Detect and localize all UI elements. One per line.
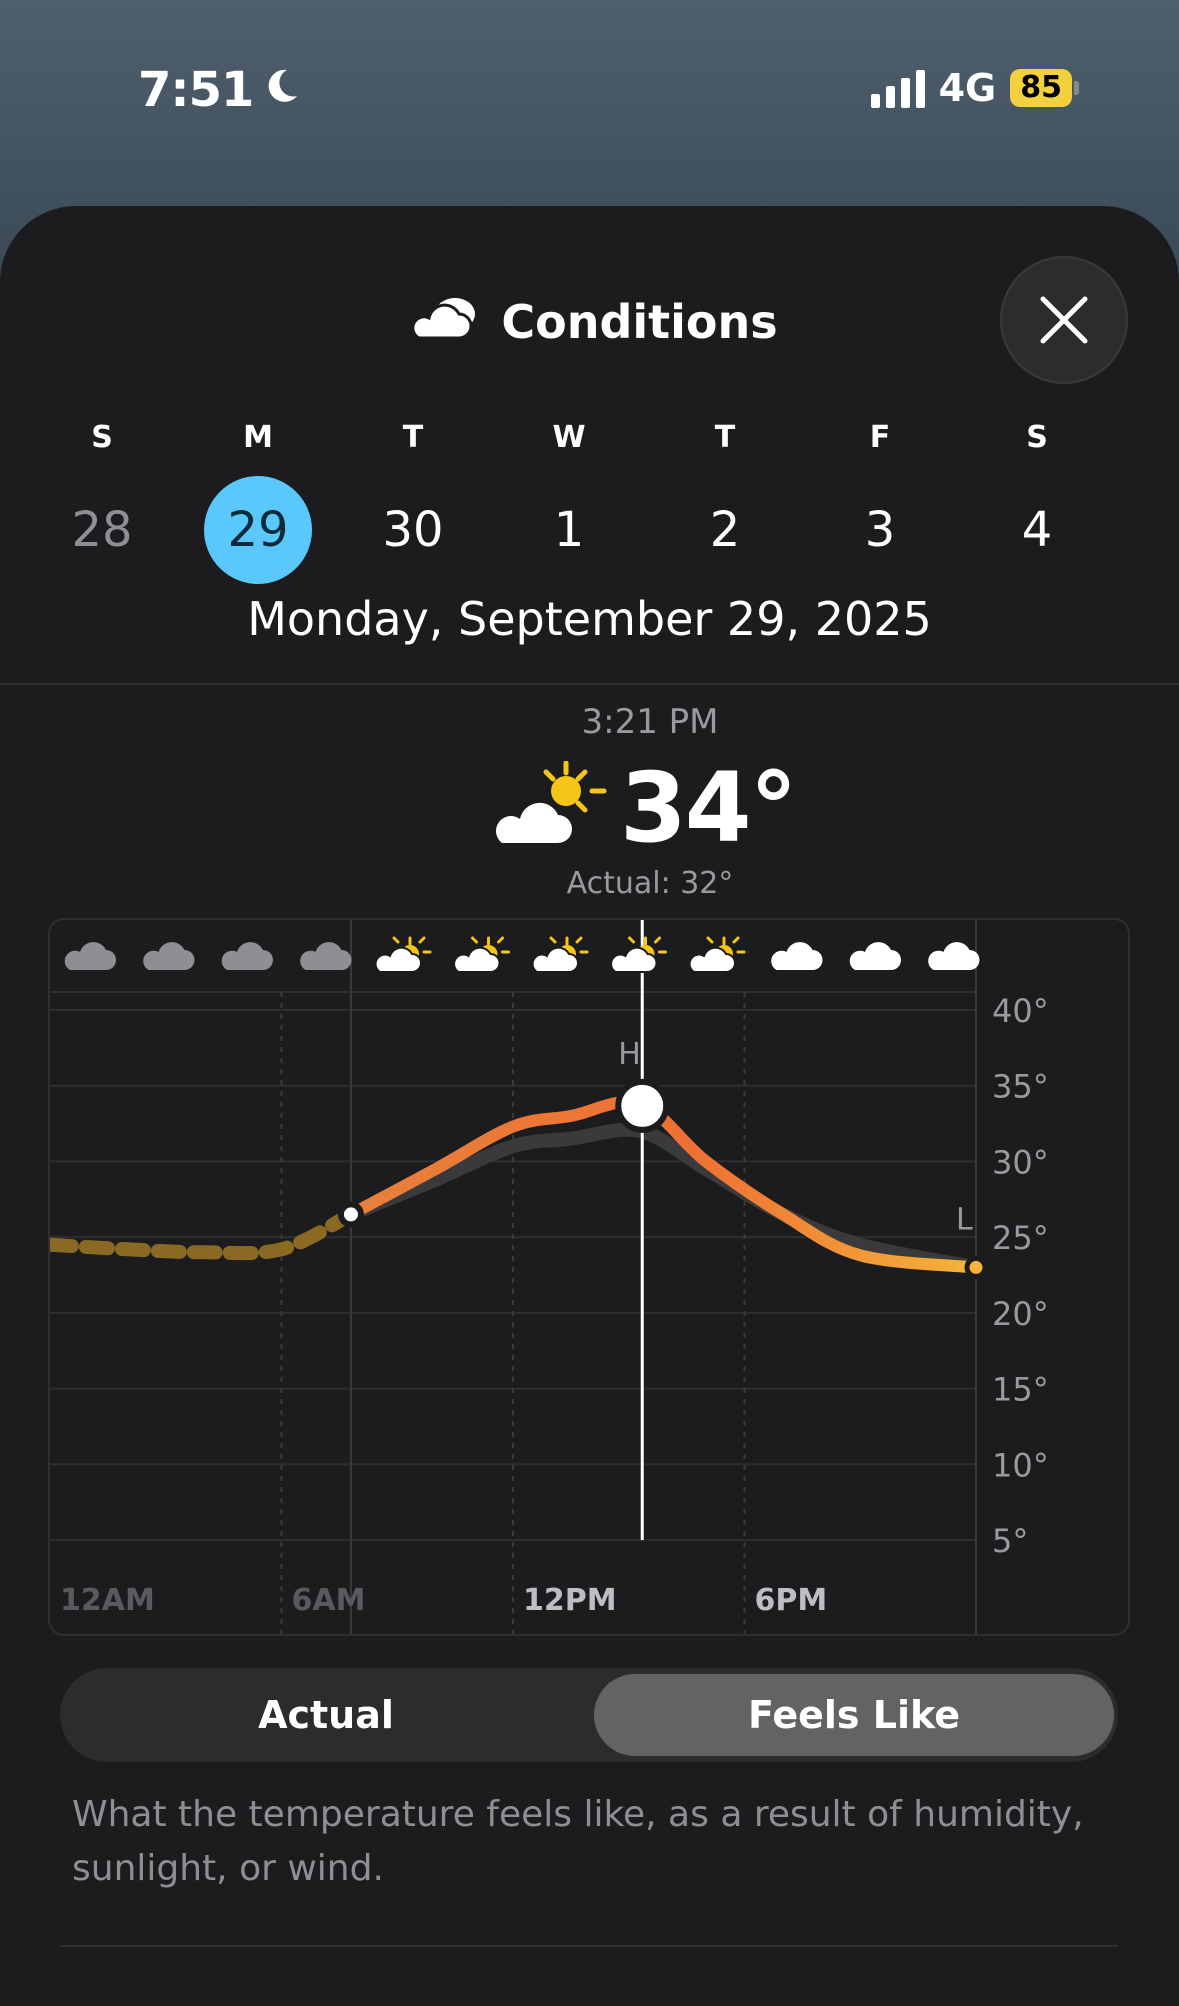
day-1-button[interactable]: 1 <box>515 476 623 584</box>
y-tick-label: 40° <box>992 992 1049 1030</box>
moon-icon <box>261 62 301 118</box>
selected-date: Monday, September 29, 2025 <box>247 592 932 646</box>
feels-like-past-line <box>50 1207 358 1261</box>
status-time-text: 7:51 <box>138 62 254 118</box>
signal-bars-icon <box>870 68 925 108</box>
cloud-icon <box>771 942 823 970</box>
weekday-label: S <box>1026 420 1048 455</box>
partly-sunny-icon <box>531 936 589 973</box>
x-tick-label: 6PM <box>755 1583 828 1618</box>
cloud-icon <box>849 942 901 970</box>
y-tick-label: 25° <box>992 1219 1049 1257</box>
status-indicators: 4G 85 <box>870 66 1079 110</box>
temperature-chart-svg[interactable]: 40° 35° 30° 25° 20° 15° 10° 5° 12AM 6AM 12PM 6PM L H <box>50 920 1130 1636</box>
day-3-button[interactable]: 3 <box>826 476 934 584</box>
partly-sunny-icon <box>453 936 510 973</box>
weekday-label: F <box>869 420 891 455</box>
weekday-label: T <box>714 420 736 455</box>
weekday-label: W <box>552 420 586 455</box>
description-text: What the temperature feels like, as a re… <box>72 1794 1084 1889</box>
day-29-button[interactable]: 29 <box>204 476 312 584</box>
day-2-button[interactable]: 2 <box>671 476 779 584</box>
current-point-marker <box>615 1078 670 1133</box>
y-tick-label: 20° <box>992 1295 1049 1333</box>
close-icon <box>1040 296 1088 344</box>
cloud-icon <box>401 290 481 353</box>
actual-series-line <box>343 1122 983 1275</box>
divider <box>60 1945 1118 1947</box>
partly-sunny-icon <box>688 936 746 973</box>
y-tick-label: 5° <box>992 1522 1028 1560</box>
cloud-icon <box>221 942 273 970</box>
partly-sunny-icon <box>494 760 614 855</box>
divider <box>0 683 1179 685</box>
battery-level: 85 <box>1010 69 1072 107</box>
weekday-label: S <box>91 420 113 455</box>
current-temp-value: 34° <box>620 752 798 864</box>
battery-icon: 85 <box>1010 69 1079 107</box>
y-tick-label: 10° <box>992 1446 1049 1484</box>
temperature-chart[interactable]: 40° 35° 30° 25° 20° 15° 10° 5° 12AM 6AM 12PM 6PM L H <box>48 918 1130 1636</box>
day-4-button[interactable]: 4 <box>983 476 1091 584</box>
weekday-label: T <box>402 420 424 455</box>
cloud-icon <box>300 942 352 970</box>
low-label: L <box>956 1202 973 1237</box>
mode-toggle[interactable]: Actual Feels Like <box>60 1668 1118 1762</box>
current-temp-block: 34° <box>494 752 798 864</box>
status-time: 7:51 <box>138 62 301 118</box>
current-time: 3:21 PM <box>581 702 719 742</box>
weekday-label: M <box>243 420 273 455</box>
toggle-actual[interactable]: Actual <box>66 1674 586 1756</box>
partly-sunny-icon <box>610 936 667 973</box>
series-end-point <box>964 1255 988 1279</box>
day-28-button[interactable]: 28 <box>48 476 156 584</box>
actual-temp-label: Actual: 32° <box>566 866 734 901</box>
y-tick-label: 15° <box>992 1371 1049 1409</box>
y-tick-label: 35° <box>992 1068 1049 1106</box>
partly-sunny-icon <box>374 936 432 973</box>
high-label: H <box>618 1037 641 1072</box>
feels-like-series-line <box>344 1095 982 1274</box>
x-tick-label: 12AM <box>60 1583 155 1618</box>
x-tick-label: 6AM <box>292 1583 366 1618</box>
cloud-icon <box>64 942 116 970</box>
page-title: Conditions <box>501 294 778 349</box>
y-tick-label: 30° <box>992 1143 1049 1181</box>
cloud-icon <box>143 942 195 970</box>
day-30-button[interactable]: 30 <box>359 476 467 584</box>
series-start-point <box>337 1201 364 1228</box>
x-tick-label: 12PM <box>523 1583 617 1618</box>
close-button[interactable] <box>1000 256 1128 384</box>
cloud-icon <box>928 942 980 970</box>
network-type: 4G <box>938 66 997 110</box>
toggle-feels-like[interactable]: Feels Like <box>594 1674 1114 1756</box>
